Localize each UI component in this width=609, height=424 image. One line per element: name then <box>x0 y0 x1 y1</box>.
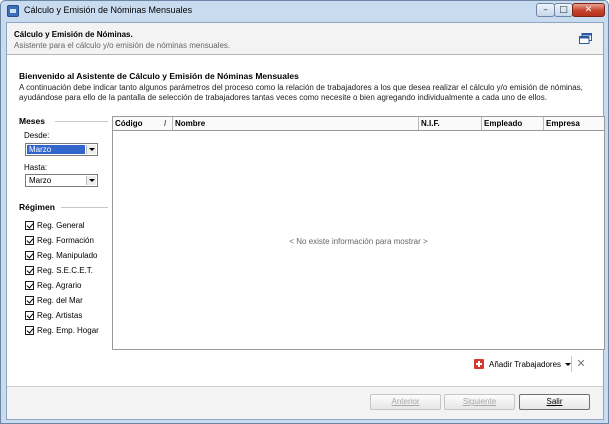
sort-indicator-icon: / <box>164 119 167 128</box>
checkbox-label: Reg. Emp. Hogar <box>37 326 99 335</box>
grid-empty-message: < No existe información para mostrar > <box>289 237 428 246</box>
checkbox-checked-icon[interactable] <box>25 221 34 230</box>
checkbox-label: Reg. S.E.C.E.T. <box>37 266 94 275</box>
wizard-client-area: Cálculo y Emisión de Nóminas. Asistente … <box>6 22 605 420</box>
grid-header: Código / Nombre N.I.F. Empleado Empresa <box>113 117 604 131</box>
checkbox-checked-icon[interactable] <box>25 266 34 275</box>
hasta-value: Marzo <box>29 176 52 185</box>
restore-window-icon[interactable] <box>579 33 592 44</box>
hasta-select[interactable]: Marzo <box>25 174 98 187</box>
checkbox-label: Reg. General <box>37 221 85 230</box>
checkbox-label: Reg. Agrario <box>37 281 82 290</box>
welcome-line-1: A continuación debe indicar tanto alguno… <box>19 83 583 92</box>
checkbox-checked-icon[interactable] <box>25 296 34 305</box>
wizard-header: Cálculo y Emisión de Nóminas. Asistente … <box>7 23 603 55</box>
close-button[interactable]: ✕ <box>572 3 605 17</box>
toolbar-separator <box>571 356 572 372</box>
header-title: Cálculo y Emisión de Nóminas. <box>14 30 133 39</box>
window-title: Cálculo y Emisión de Nóminas Mensuales <box>24 5 193 15</box>
desde-label: Desde: <box>24 131 50 140</box>
remove-worker-button[interactable]: ✕ <box>574 356 588 372</box>
welcome-title: Bienvenido al Asistente de Cálculo y Emi… <box>19 71 299 81</box>
regimen-section-title: Régimen <box>19 202 55 212</box>
checkbox-label: Reg. Manipulado <box>37 251 98 260</box>
meses-divider <box>55 121 108 122</box>
exit-button[interactable]: Salir <box>519 394 590 410</box>
checkbox-label: Reg. Artistas <box>37 311 83 320</box>
next-button[interactable]: Siguiente <box>444 394 515 410</box>
column-header-nif[interactable]: N.I.F. <box>419 117 482 130</box>
column-header-nombre[interactable]: Nombre <box>173 117 419 130</box>
checkbox-checked-icon[interactable] <box>25 236 34 245</box>
add-icon <box>474 359 484 369</box>
app-icon <box>7 5 19 17</box>
chevron-down-icon[interactable] <box>86 145 96 154</box>
header-subtitle: Asistente para el cálculo y/o emisión de… <box>14 41 231 50</box>
welcome-line-2: ayudándose para ello de la pantalla de s… <box>19 93 547 102</box>
chevron-down-icon[interactable] <box>86 176 96 185</box>
checkbox-checked-icon[interactable] <box>25 251 34 260</box>
regimen-divider <box>61 207 108 208</box>
minimize-button[interactable]: – <box>536 3 555 17</box>
column-header-empleado[interactable]: Empleado <box>482 117 544 130</box>
workers-grid[interactable]: Código / Nombre N.I.F. Empleado Empresa … <box>112 116 605 350</box>
column-header-empresa[interactable]: Empresa <box>544 117 604 130</box>
column-header-codigo[interactable]: Código / <box>113 117 173 130</box>
desde-value: Marzo <box>27 145 85 154</box>
meses-section-title: Meses <box>19 116 45 126</box>
hasta-label: Hasta: <box>24 163 48 172</box>
checkbox-label: Reg. Formación <box>37 236 94 245</box>
checkbox-checked-icon[interactable] <box>25 281 34 290</box>
wizard-window: Cálculo y Emisión de Nóminas Mensuales –… <box>0 0 609 424</box>
title-bar[interactable]: Cálculo y Emisión de Nóminas Mensuales –… <box>1 1 608 21</box>
welcome-description: A continuación debe indicar tanto alguno… <box>19 83 599 103</box>
desde-select[interactable]: Marzo <box>25 143 98 156</box>
add-workers-button[interactable]: Añadir Trabajadores <box>471 356 574 372</box>
checkbox-checked-icon[interactable] <box>25 326 34 335</box>
checkbox-checked-icon[interactable] <box>25 311 34 320</box>
maximize-button[interactable]: □ <box>554 3 573 17</box>
back-button[interactable]: Anterior <box>370 394 441 410</box>
add-workers-label: Añadir Trabajadores <box>489 360 562 369</box>
checkbox-label: Reg. del Mar <box>37 296 83 305</box>
wizard-footer: Anterior Siguiente Salir <box>7 386 603 419</box>
